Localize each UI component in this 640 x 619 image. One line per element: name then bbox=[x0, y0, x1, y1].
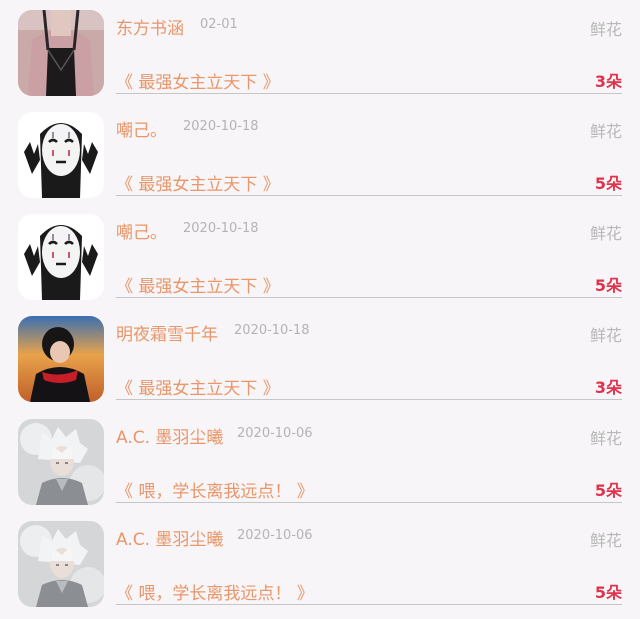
girl-photo-icon bbox=[18, 10, 104, 96]
book-title-link[interactable]: 《 最强女主立天下 》 bbox=[116, 272, 280, 297]
list-item[interactable]: A.C. 墨羽尘曦 2020-10-06 鲜花 《 喂，学长离我远点！ 》 5朵 bbox=[0, 511, 640, 613]
book-title-link[interactable]: 《 最强女主立天下 》 bbox=[116, 170, 280, 195]
divider bbox=[116, 93, 622, 94]
flower-gift-list: 东方书涵 02-01 鲜花 《 最强女主立天下 》 3朵 嘲己。 2020-10… bbox=[0, 0, 640, 619]
avatar[interactable] bbox=[18, 214, 104, 300]
user-name[interactable]: A.C. 墨羽尘曦 bbox=[116, 525, 223, 550]
user-name[interactable]: A.C. 墨羽尘曦 bbox=[116, 423, 223, 448]
list-item[interactable]: 东方书涵 02-01 鲜花 《 最强女主立天下 》 3朵 bbox=[0, 0, 640, 102]
gift-date: 2020-10-06 bbox=[237, 528, 313, 543]
flower-count: 5朵 bbox=[594, 276, 622, 295]
list-item[interactable]: 嘲己。 2020-10-18 鲜花 《 最强女主立天下 》 5朵 bbox=[0, 204, 640, 306]
gift-type: 鲜花 bbox=[589, 429, 622, 448]
gift-type: 鲜花 bbox=[589, 122, 622, 141]
no-face-sticker-icon bbox=[18, 112, 104, 198]
gift-type: 鲜花 bbox=[589, 326, 622, 345]
user-name[interactable]: 明夜霜雪千年 bbox=[116, 320, 218, 345]
list-item[interactable]: 明夜霜雪千年 2020-10-18 鲜花 《 最强女主立天下 》 3朵 bbox=[0, 306, 640, 408]
flower-count: 3朵 bbox=[594, 72, 622, 91]
divider bbox=[116, 604, 622, 605]
flower-count: 3朵 bbox=[594, 378, 622, 397]
gift-date: 2020-10-06 bbox=[237, 426, 313, 441]
book-title-link[interactable]: 《 喂，学长离我远点！ 》 bbox=[116, 477, 314, 502]
avatar[interactable] bbox=[18, 112, 104, 198]
flower-count: 5朵 bbox=[594, 583, 622, 602]
anime-boy-icon bbox=[18, 521, 104, 607]
list-item[interactable]: 嘲己。 2020-10-18 鲜花 《 最强女主立天下 》 5朵 bbox=[0, 102, 640, 204]
divider bbox=[116, 297, 622, 298]
avatar[interactable] bbox=[18, 419, 104, 505]
anime-boy-icon bbox=[18, 419, 104, 505]
avatar[interactable] bbox=[18, 10, 104, 96]
user-name[interactable]: 东方书涵 bbox=[116, 14, 184, 39]
book-title-link[interactable]: 《 喂，学长离我远点！ 》 bbox=[116, 579, 314, 604]
divider bbox=[116, 399, 622, 400]
gift-date: 2020-10-18 bbox=[183, 119, 259, 134]
gift-date: 2020-10-18 bbox=[183, 221, 259, 236]
book-title-link[interactable]: 《 最强女主立天下 》 bbox=[116, 68, 280, 93]
gift-date: 02-01 bbox=[200, 17, 238, 32]
gift-type: 鲜花 bbox=[589, 531, 622, 550]
flower-count: 5朵 bbox=[594, 174, 622, 193]
user-name[interactable]: 嘲己。 bbox=[116, 218, 167, 243]
divider bbox=[116, 195, 622, 196]
no-face-sticker-icon bbox=[18, 214, 104, 300]
flower-count: 5朵 bbox=[594, 481, 622, 500]
gift-type: 鲜花 bbox=[589, 20, 622, 39]
gift-date: 2020-10-18 bbox=[234, 323, 310, 338]
avatar[interactable] bbox=[18, 521, 104, 607]
user-name[interactable]: 嘲己。 bbox=[116, 116, 167, 141]
book-title-link[interactable]: 《 最强女主立天下 》 bbox=[116, 374, 280, 399]
gift-type: 鲜花 bbox=[589, 224, 622, 243]
sunset-boy-icon bbox=[18, 316, 104, 402]
divider bbox=[116, 502, 622, 503]
avatar[interactable] bbox=[18, 316, 104, 402]
list-item[interactable]: A.C. 墨羽尘曦 2020-10-06 鲜花 《 喂，学长离我远点！ 》 5朵 bbox=[0, 409, 640, 511]
